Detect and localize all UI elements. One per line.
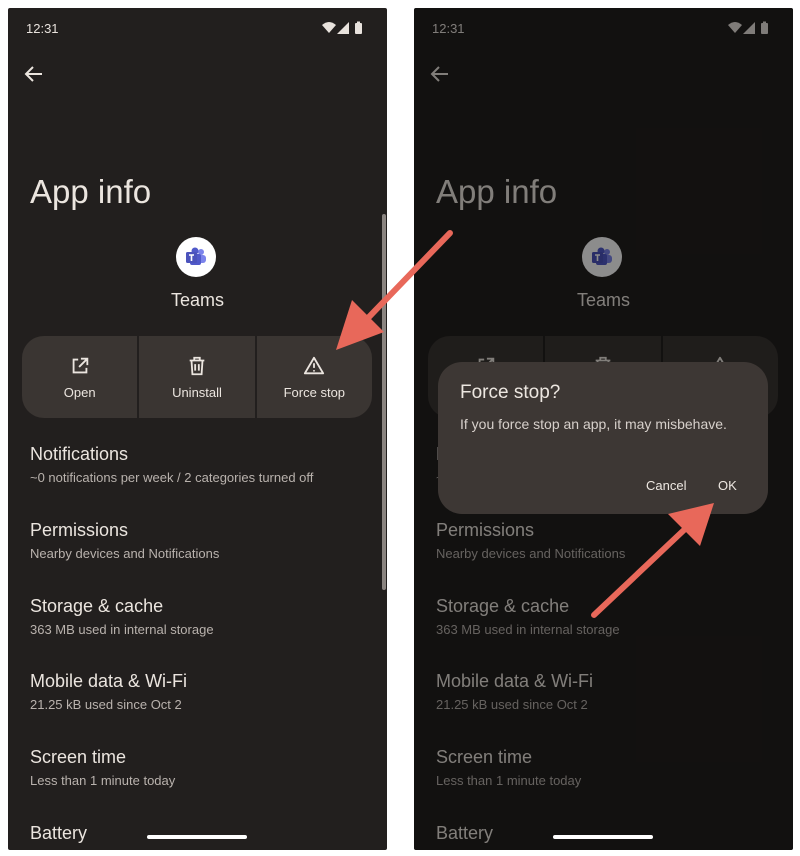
settings-item-title: Battery (30, 823, 88, 843)
settings-item-title: Permissions (30, 520, 129, 540)
teams-logo-icon (186, 247, 206, 265)
settings-item-storage[interactable]: Storage & cache 363 MB used in internal … (30, 596, 214, 637)
settings-item-subtitle: Nearby devices and Notifications (30, 546, 220, 561)
signal-icon (337, 22, 349, 34)
settings-item-screen-time[interactable]: Screen time Less than 1 minute today (30, 747, 175, 788)
open-button[interactable]: Open (22, 336, 140, 418)
dialog-title: Force stop? (460, 382, 561, 403)
settings-item-notifications[interactable]: Notifications ~0 notifications per week … (30, 444, 313, 485)
uninstall-label: Uninstall (172, 384, 222, 400)
force-stop-button[interactable]: Force stop (257, 336, 372, 418)
settings-item-title: Storage & cache (30, 596, 164, 616)
settings-item-subtitle: Less than 1 minute today (30, 773, 176, 788)
page-title: App info (30, 173, 152, 211)
dialog-message: If you force stop an app, it may misbeha… (460, 416, 727, 432)
open-external-icon (72, 357, 88, 373)
uninstall-button[interactable]: Uninstall (139, 336, 257, 418)
app-icon (176, 237, 216, 277)
phone-screen-right: 12:31 App info Teams Open (414, 8, 793, 850)
settings-item-battery[interactable]: Battery (30, 823, 87, 844)
settings-item-title: Mobile data & Wi-Fi (30, 671, 188, 691)
force-stop-label: Force stop (283, 384, 346, 400)
home-indicator[interactable] (553, 835, 653, 839)
action-buttons: Open Uninstall Force stop (22, 336, 372, 418)
open-label: Open (63, 384, 96, 400)
back-arrow-icon[interactable] (22, 62, 46, 86)
cancel-button[interactable]: Cancel (646, 478, 686, 493)
settings-item-permissions[interactable]: Permissions Nearby devices and Notificat… (30, 520, 219, 561)
trash-icon (189, 356, 205, 375)
settings-item-subtitle: 21.25 kB used since Oct 2 (30, 697, 182, 712)
home-indicator[interactable] (147, 835, 247, 839)
force-stop-dialog: Force stop? If you force stop an app, it… (438, 362, 768, 514)
wifi-icon (322, 22, 336, 33)
settings-item-subtitle: ~0 notifications per week / 2 categories… (30, 470, 314, 485)
ok-button[interactable]: OK (718, 478, 737, 493)
status-time: 12:31 (26, 21, 59, 36)
warning-icon (304, 356, 325, 374)
scrollbar[interactable] (382, 214, 386, 590)
status-icons (322, 21, 362, 34)
settings-item-mobile-data[interactable]: Mobile data & Wi-Fi 21.25 kB used since … (30, 671, 187, 712)
app-name: Teams (170, 290, 224, 310)
settings-item-subtitle: 363 MB used in internal storage (30, 622, 214, 637)
battery-icon (355, 23, 362, 34)
phone-screen-left: 12:31 App info Teams Open Uninstall Forc… (8, 8, 387, 850)
settings-item-title: Screen time (30, 747, 127, 767)
settings-item-title: Notifications (30, 444, 129, 464)
